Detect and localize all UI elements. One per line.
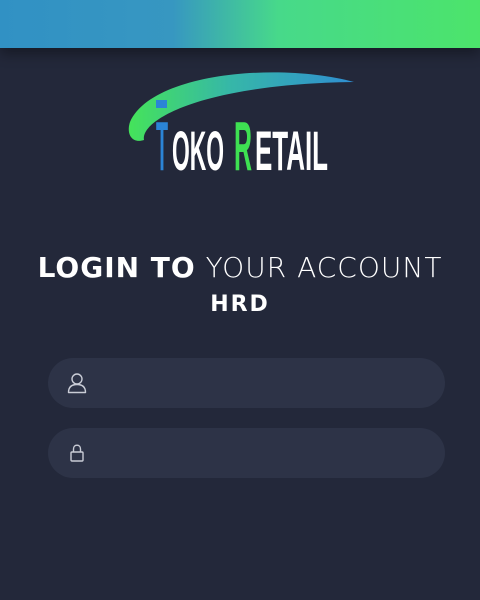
login-title-bold: LOGIN TO [37, 251, 196, 284]
logo-text-etail: ETAIL [255, 119, 328, 180]
login-title: LOGIN TO YOUR ACCOUNT [0, 248, 480, 288]
user-icon [66, 372, 88, 394]
username-field[interactable] [48, 358, 445, 408]
top-gradient-bar [0, 0, 480, 48]
toko-retail-logo: T OKO R ETAIL [122, 70, 362, 180]
logo-letter-r: R [234, 107, 252, 180]
password-input[interactable] [88, 428, 445, 478]
password-field[interactable] [48, 428, 445, 478]
lock-icon [66, 442, 88, 464]
username-input[interactable] [88, 358, 445, 408]
logo-letter-t: T [156, 107, 168, 180]
login-title-light: YOUR ACCOUNT [205, 251, 443, 284]
logo-text-oko: OKO [172, 119, 224, 180]
login-subtitle: HRD [210, 292, 270, 317]
